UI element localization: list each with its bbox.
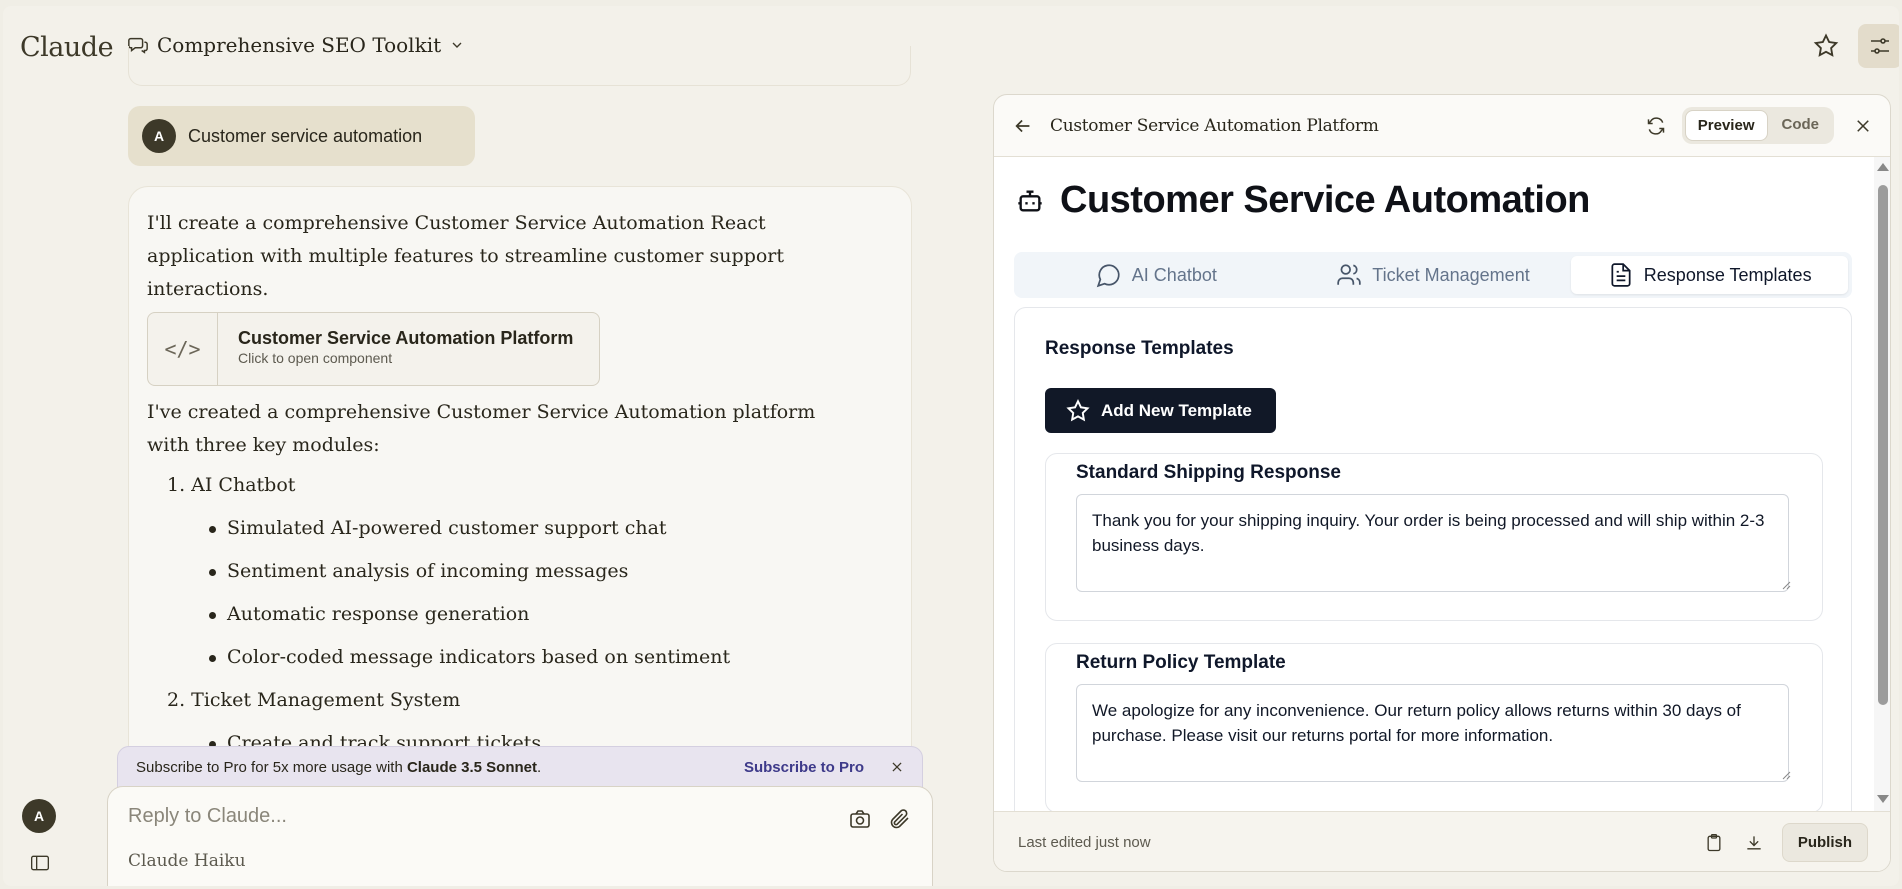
resize-grip-icon[interactable] (1781, 770, 1791, 780)
tab-response-templates[interactable]: Response Templates (1571, 256, 1849, 294)
app-heading: Customer Service Automation (1016, 179, 1590, 222)
model-selector[interactable]: Claude Haiku (128, 851, 246, 871)
artifact-panel-header: Customer Service Automation Platform Pre… (994, 95, 1890, 157)
app-tabs: AI Chatbot Ticket Management Response Te… (1014, 252, 1852, 298)
module-item: 1. AI Chatbot (167, 474, 296, 496)
artifact-card-title: Customer Service Automation Platform (238, 328, 574, 348)
module-list: 1. AI Chatbot Simulated AI-powered custo… (147, 464, 893, 765)
account-avatar[interactable]: A (22, 799, 56, 833)
add-new-template-button[interactable]: Add New Template (1045, 388, 1276, 433)
sliders-icon (1871, 38, 1889, 54)
artifact-panel-footer: Last edited just now Publish (994, 811, 1890, 871)
code-icon: </> (148, 313, 218, 385)
subscribe-link[interactable]: Subscribe to Pro (744, 759, 864, 776)
claude-logo[interactable]: Claude (20, 32, 114, 63)
subscribe-banner: Subscribe to Pro for 5x more usage with … (117, 746, 923, 788)
template-name: Return Policy Template (1076, 652, 1286, 673)
artifact-title: Customer Service Automation Platform (1050, 115, 1379, 136)
paperclip-icon[interactable] (888, 807, 912, 831)
scroll-down-arrow[interactable] (1877, 795, 1889, 803)
reply-composer[interactable]: Reply to Claude... Claude Haiku (107, 786, 933, 886)
reply-input[interactable]: Reply to Claude... (128, 805, 287, 828)
app-title: Customer Service Automation (1060, 179, 1590, 221)
publish-button[interactable]: Publish (1781, 823, 1868, 862)
user-avatar: A (142, 119, 176, 153)
section-title: Response Templates (1045, 338, 1234, 359)
refresh-icon[interactable] (1646, 116, 1666, 136)
module-item: 2. Ticket Management System (167, 689, 461, 711)
feature-item: Sentiment analysis of incoming messages (209, 550, 893, 593)
feature-item: Color-coded message indicators based on … (209, 636, 893, 679)
bot-icon (1018, 190, 1042, 211)
star-icon (1066, 398, 1090, 421)
download-icon[interactable] (1744, 833, 1764, 853)
template-item: Standard Shipping Response Thank you for… (1045, 453, 1823, 621)
artifact-card[interactable]: </> Customer Service Automation Platform… (147, 312, 600, 386)
feature-list: Simulated AI-powered customer support ch… (167, 507, 893, 679)
sidebar-toggle-icon[interactable] (30, 854, 50, 872)
view-toggle: Preview Code (1681, 107, 1834, 144)
scroll-up-arrow[interactable] (1877, 163, 1889, 171)
star-icon[interactable] (1812, 32, 1840, 60)
promo-text: Subscribe to Pro for 5x more usage with … (136, 758, 542, 776)
feature-item: Automatic response generation (209, 593, 893, 636)
clipboard-icon[interactable] (1704, 833, 1724, 853)
template-name: Standard Shipping Response (1076, 462, 1341, 483)
file-text-icon (1611, 263, 1631, 287)
last-edited-text: Last edited just now (1018, 834, 1151, 851)
templates-card: Response Templates Add New Template Stan… (1014, 307, 1852, 811)
app-window: Claude Comprehensive SEO Toolkit A Custo… (3, 6, 1899, 886)
artifact-card-subtitle: Click to open component (238, 350, 393, 366)
users-icon (1337, 264, 1361, 285)
close-icon[interactable] (890, 760, 904, 774)
camera-icon[interactable] (848, 807, 872, 831)
artifact-preview: Customer Service Automation AI Chatbot T… (994, 157, 1874, 811)
code-tab[interactable]: Code (1770, 110, 1832, 141)
previous-message-edge (128, 46, 911, 86)
scrollbar-thumb[interactable] (1878, 185, 1888, 705)
settings-button[interactable] (1858, 24, 1899, 68)
preview-tab[interactable]: Preview (1684, 110, 1768, 141)
assistant-message: I'll create a comprehensive Customer Ser… (128, 186, 912, 806)
close-icon[interactable] (1854, 117, 1872, 135)
feature-item: Simulated AI-powered customer support ch… (209, 507, 893, 550)
tab-ai-chatbot[interactable]: AI Chatbot (1018, 256, 1295, 294)
template-body-textarea[interactable]: Thank you for your shipping inquiry. You… (1076, 494, 1789, 592)
assistant-intro: I'll create a comprehensive Customer Ser… (147, 212, 785, 300)
message-circle-icon (1096, 264, 1120, 288)
tab-ticket-management[interactable]: Ticket Management (1295, 256, 1572, 294)
user-message: A Customer service automation (128, 106, 475, 166)
user-message-text: Customer service automation (188, 125, 423, 146)
artifact-panel: Customer Service Automation Platform Pre… (993, 94, 1891, 872)
arrow-left-icon[interactable] (1012, 115, 1034, 137)
assistant-summary: I've created a comprehensive Customer Se… (147, 401, 816, 456)
resize-grip-icon[interactable] (1781, 580, 1791, 590)
template-item: Return Policy Template We apologize for … (1045, 643, 1823, 811)
template-body-textarea[interactable]: We apologize for any inconvenience. Our … (1076, 684, 1789, 782)
